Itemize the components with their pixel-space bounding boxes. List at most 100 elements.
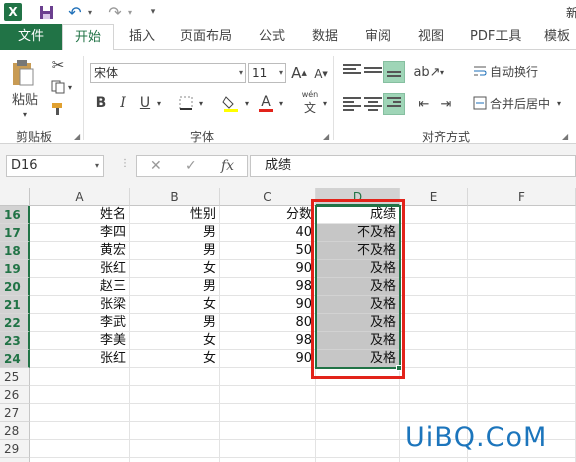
cell-e[interactable] — [400, 386, 468, 404]
cell-c[interactable] — [220, 422, 316, 440]
formula-input[interactable]: 成绩 — [250, 155, 576, 177]
orientation-dropdown-icon[interactable]: ▾ — [438, 64, 446, 80]
fill-color-icon[interactable] — [220, 92, 242, 114]
cell-f[interactable] — [468, 368, 576, 386]
tab-templates[interactable]: 模板 — [544, 24, 570, 50]
row-header[interactable]: 24 — [0, 350, 30, 368]
cell-a[interactable]: 张梁 — [30, 296, 130, 314]
paste-button[interactable]: 粘贴 — [8, 90, 42, 108]
cell-d[interactable]: 及格 — [316, 296, 400, 314]
tab-review[interactable]: 审阅 — [365, 24, 391, 50]
cell-e[interactable] — [400, 314, 468, 332]
alignment-launcher-icon[interactable]: ◢ — [562, 132, 568, 141]
cell-c[interactable]: 90 — [220, 296, 316, 314]
cell-b[interactable]: 女 — [130, 350, 220, 368]
undo-icon[interactable]: ↶ — [66, 3, 84, 22]
row-header[interactable]: 21 — [0, 296, 30, 314]
row-header[interactable]: 23 — [0, 332, 30, 350]
cell-d[interactable] — [316, 386, 400, 404]
cancel-icon[interactable]: ✕ — [150, 156, 162, 176]
cell-d[interactable]: 成绩 — [316, 206, 400, 224]
row-header[interactable]: 16 — [0, 206, 30, 224]
cell-e[interactable] — [400, 278, 468, 296]
cell-c[interactable] — [220, 458, 316, 462]
cell-c[interactable]: 50 — [220, 242, 316, 260]
cell-a[interactable]: 赵三 — [30, 278, 130, 296]
clipboard-launcher-icon[interactable]: ◢ — [74, 132, 80, 141]
cell-e[interactable] — [400, 224, 468, 242]
column-header-f[interactable]: F — [468, 188, 576, 206]
font-size-combo[interactable]: 11 ▾ — [248, 63, 286, 83]
cell-d[interactable] — [316, 422, 400, 440]
column-header-d[interactable]: D — [316, 188, 400, 206]
cell-f[interactable] — [468, 296, 576, 314]
cell-a[interactable] — [30, 404, 130, 422]
shrink-font-icon[interactable]: A ▼ — [312, 65, 330, 83]
column-header-a[interactable]: A — [30, 188, 130, 206]
row-header[interactable]: 18 — [0, 242, 30, 260]
cell-b[interactable]: 男 — [130, 278, 220, 296]
customize-toolbar-icon[interactable]: ▾ — [148, 3, 158, 21]
row-header[interactable]: 25 — [0, 368, 30, 386]
cell-c[interactable] — [220, 440, 316, 458]
paste-icon[interactable] — [10, 58, 36, 88]
chevron-down-icon[interactable]: ▾ — [95, 156, 99, 176]
tab-page-layout[interactable]: 页面布局 — [180, 24, 232, 50]
cell-a[interactable] — [30, 422, 130, 440]
cell-f[interactable] — [468, 260, 576, 278]
cell-d[interactable]: 及格 — [316, 332, 400, 350]
row-header[interactable]: 26 — [0, 386, 30, 404]
increase-indent-icon[interactable]: ⇥ — [436, 94, 456, 114]
cell-c[interactable]: 40 — [220, 224, 316, 242]
tab-home[interactable]: 开始 — [62, 24, 114, 51]
wrap-text-button[interactable]: 自动换行 — [490, 62, 550, 80]
font-launcher-icon[interactable]: ◢ — [323, 132, 329, 141]
cell-b[interactable]: 女 — [130, 332, 220, 350]
merge-center-icon[interactable] — [472, 94, 488, 112]
copy-dropdown-icon[interactable]: ▾ — [66, 80, 74, 94]
cell-b[interactable] — [130, 458, 220, 462]
paste-dropdown-icon[interactable]: ▾ — [15, 108, 35, 120]
cell-c[interactable]: 80 — [220, 314, 316, 332]
column-header-c[interactable]: C — [220, 188, 316, 206]
cell-c[interactable]: 90 — [220, 350, 316, 368]
align-center-icon[interactable] — [364, 97, 382, 111]
enter-icon[interactable]: ✓ — [185, 156, 197, 176]
cell-e[interactable] — [400, 260, 468, 278]
cell-a[interactable] — [30, 386, 130, 404]
cut-icon[interactable]: ✂ — [48, 56, 68, 74]
cell-e[interactable] — [400, 368, 468, 386]
copy-icon[interactable] — [48, 78, 68, 96]
name-box[interactable]: D16 ▾ — [6, 155, 104, 177]
cell-b[interactable]: 男 — [130, 242, 220, 260]
italic-button[interactable]: I — [114, 93, 132, 113]
text-orientation-icon[interactable]: ab↗ — [413, 62, 440, 82]
cell-a[interactable]: 张红 — [30, 350, 130, 368]
cell-c[interactable]: 98 — [220, 332, 316, 350]
wrap-text-icon[interactable] — [472, 62, 488, 80]
borders-dropdown-icon[interactable]: ▾ — [196, 95, 206, 111]
row-header[interactable]: 29 — [0, 440, 30, 458]
select-all-corner[interactable] — [0, 188, 30, 206]
cell-f[interactable] — [468, 404, 576, 422]
cell-b[interactable]: 女 — [130, 260, 220, 278]
align-middle-icon[interactable] — [364, 64, 382, 78]
cell-f[interactable] — [468, 458, 576, 462]
cell-b[interactable] — [130, 440, 220, 458]
row-header[interactable]: 20 — [0, 278, 30, 296]
align-right-icon[interactable] — [383, 93, 405, 115]
cell-a[interactable]: 黄宏 — [30, 242, 130, 260]
chevron-down-icon[interactable]: ▾ — [239, 64, 243, 82]
tab-view[interactable]: 视图 — [418, 24, 444, 50]
align-bottom-icon[interactable] — [383, 61, 405, 83]
insert-function-icon[interactable]: fx — [221, 156, 234, 176]
save-icon[interactable] — [38, 3, 54, 21]
tab-data[interactable]: 数据 — [312, 24, 338, 50]
cell-a[interactable]: 张红 — [30, 260, 130, 278]
row-header[interactable]: 30 — [0, 458, 30, 462]
merge-dropdown-icon[interactable]: ▾ — [554, 96, 564, 110]
cell-f[interactable] — [468, 224, 576, 242]
redo-icon[interactable]: ↷ — [106, 3, 124, 22]
resize-handle-icon[interactable]: ⋮ — [120, 158, 130, 169]
font-name-combo[interactable]: 宋体 ▾ — [90, 63, 246, 83]
